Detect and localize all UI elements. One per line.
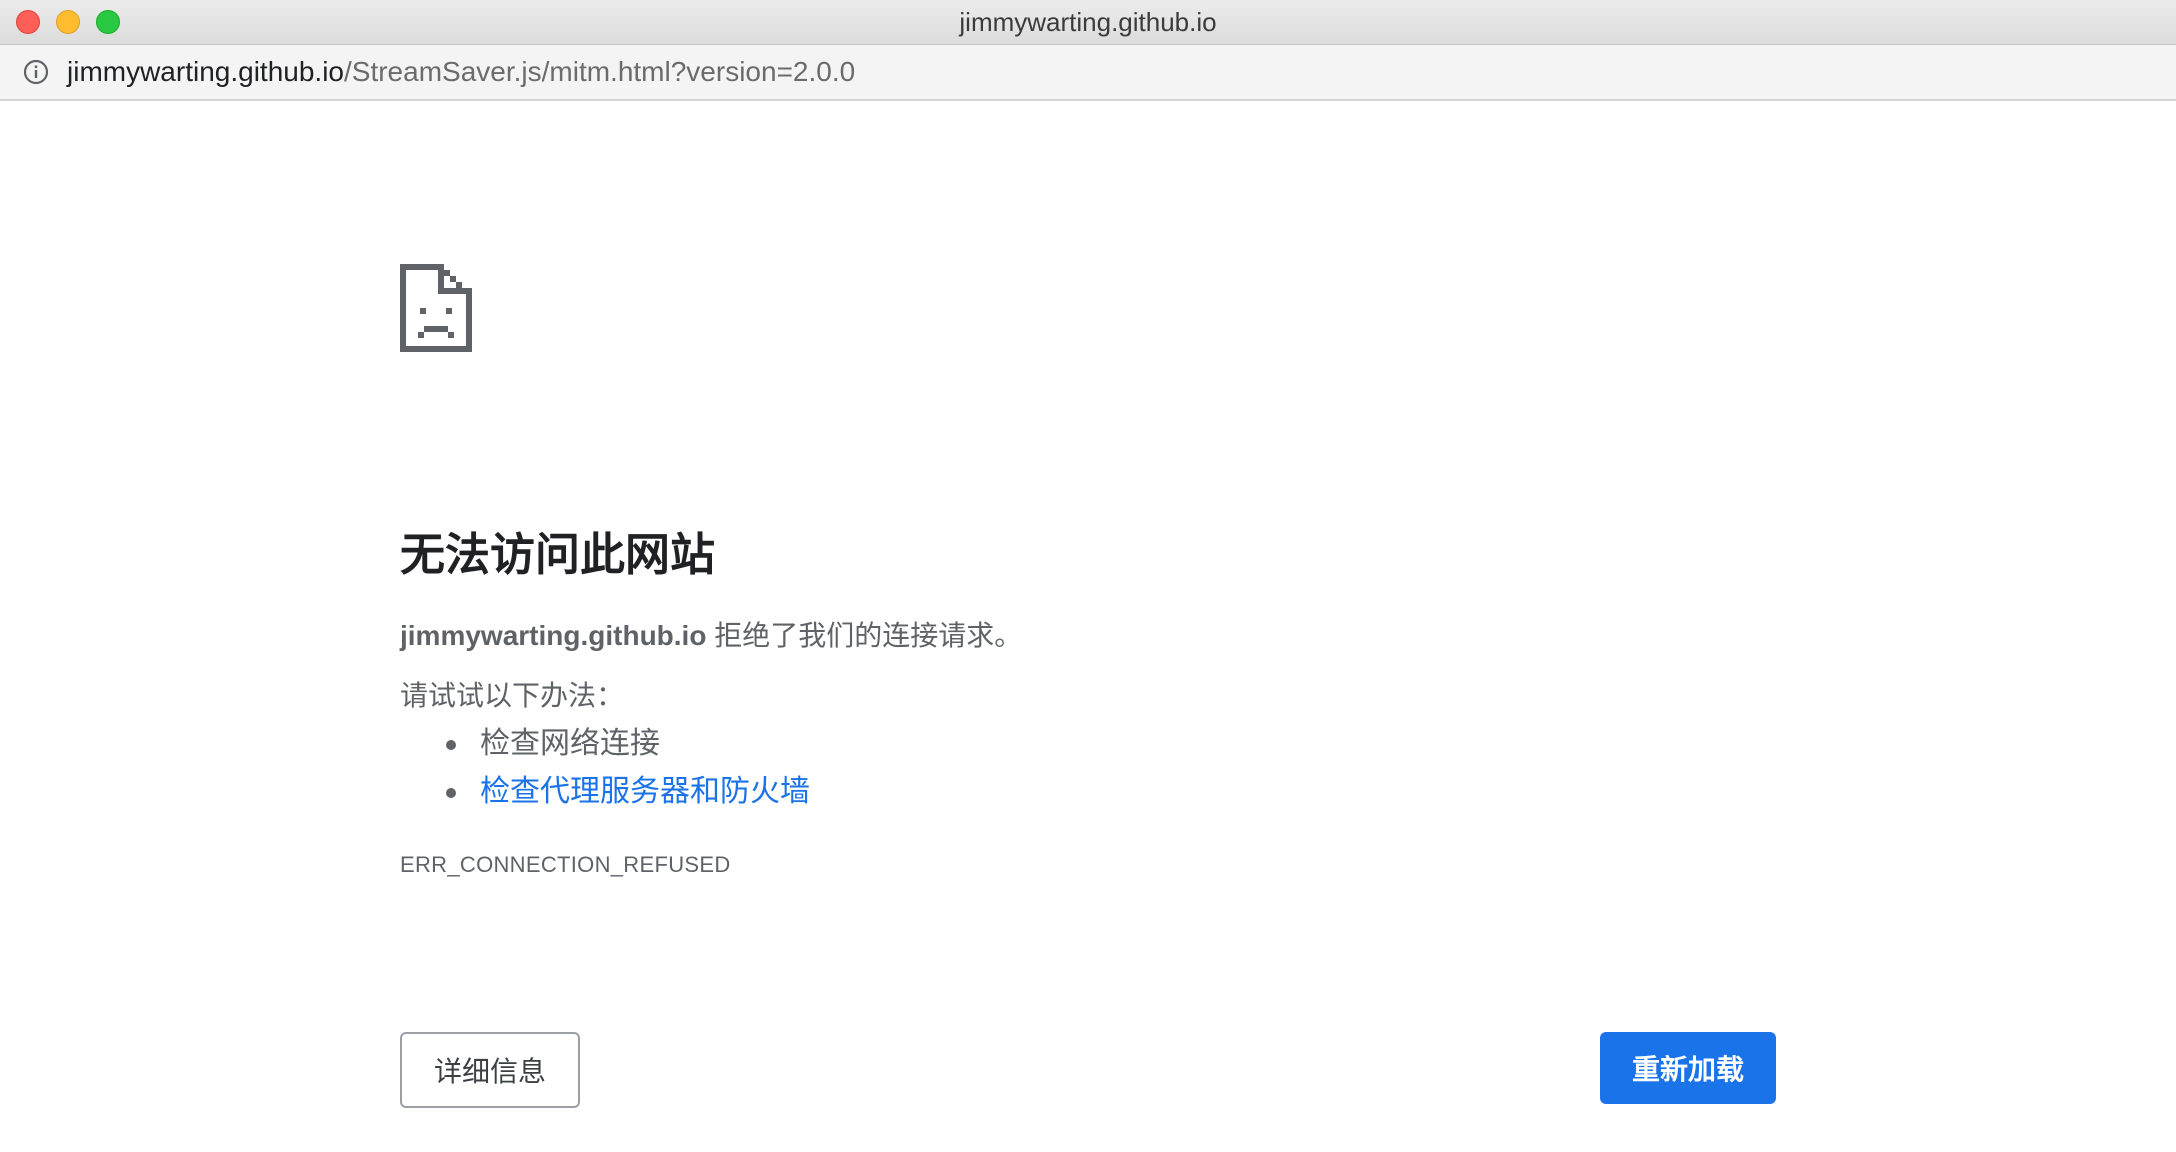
- info-icon[interactable]: [23, 59, 49, 85]
- suggestions-label: 请试试以下办法：: [400, 680, 625, 711]
- error-code: ERR_CONNECTION_REFUSED: [400, 852, 731, 877]
- browser-window: jimmywarting.github.io jimmywarting.gith…: [0, 0, 2176, 1152]
- suggestion-item: 检查代理服务器和防火墙: [446, 768, 810, 816]
- window-title: jimmywarting.github.io: [959, 7, 1217, 37]
- summary-text: 拒绝了我们的连接请求。: [706, 620, 1023, 651]
- summary-host: jimmywarting.github.io: [400, 620, 707, 651]
- address-bar[interactable]: jimmywarting.github.io/StreamSaver.js/mi…: [0, 45, 2176, 101]
- reload-button[interactable]: 重新加载: [1600, 1032, 1776, 1104]
- details-button[interactable]: 详细信息: [400, 1032, 580, 1108]
- suggestion-check-network: 检查网络连接: [480, 727, 660, 760]
- suggestions-list: 检查网络连接 检查代理服务器和防火墙: [400, 720, 810, 816]
- url-path: /StreamSaver.js/mitm.html?version=2.0.0: [344, 56, 856, 87]
- url-host: jimmywarting.github.io: [67, 56, 344, 87]
- suggestion-item: 检查网络连接: [446, 720, 810, 768]
- error-summary: jimmywarting.github.io 拒绝了我们的连接请求。: [400, 614, 1022, 654]
- error-heading: 无法访问此网站: [400, 529, 716, 580]
- sad-page-icon: [400, 264, 472, 352]
- url-text[interactable]: jimmywarting.github.io/StreamSaver.js/mi…: [67, 45, 855, 99]
- suggestion-check-proxy-link[interactable]: 检查代理服务器和防火墙: [480, 775, 810, 808]
- title-bar: jimmywarting.github.io: [0, 0, 2176, 45]
